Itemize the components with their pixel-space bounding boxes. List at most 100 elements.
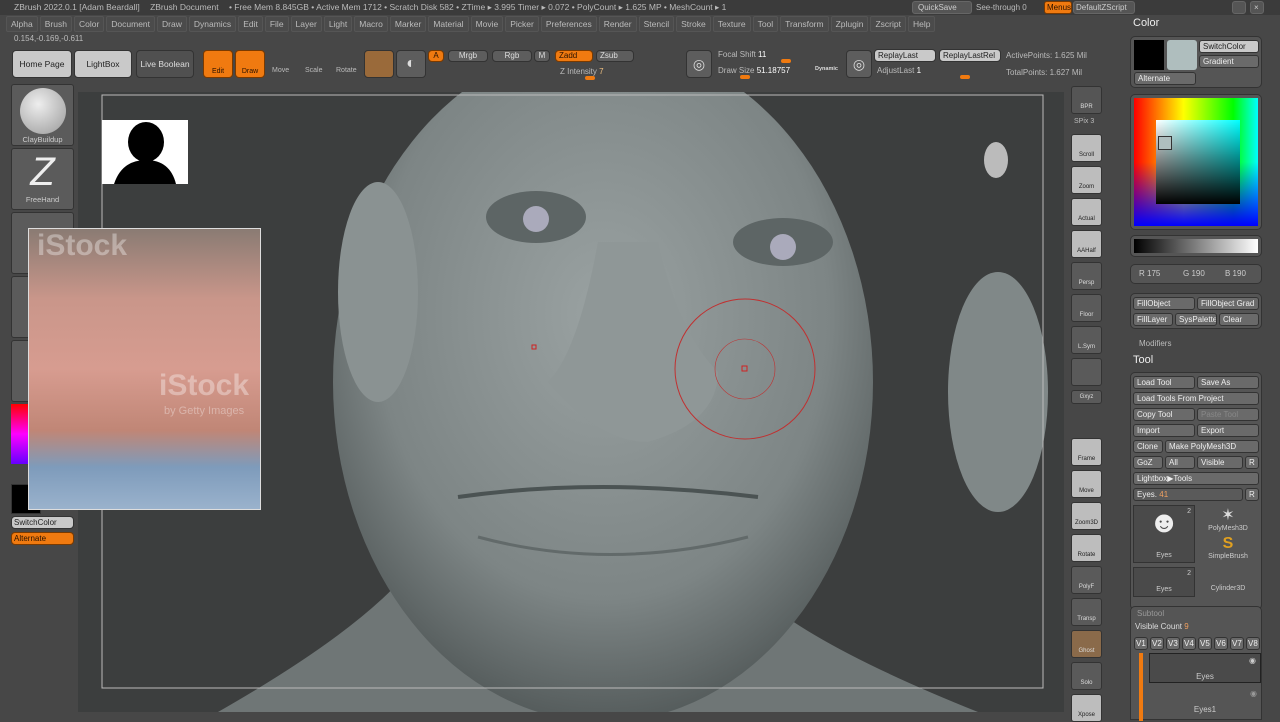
color-palette-title[interactable]: Color — [1133, 17, 1159, 29]
tool-thumb-cylinder3d[interactable]: Cylinder3D — [1197, 567, 1259, 597]
menu-draw[interactable]: Draw — [157, 16, 187, 32]
tool-thumb-simplebrush[interactable]: S SimpleBrush — [1197, 535, 1259, 565]
home-page-button[interactable]: Home Page — [12, 50, 72, 78]
menu-picker[interactable]: Picker — [505, 16, 539, 32]
menu-document[interactable]: Document — [106, 16, 156, 32]
save-as-button[interactable]: Save As — [1197, 376, 1259, 389]
z-intensity-handle[interactable] — [585, 76, 595, 80]
subtool-title[interactable]: Subtool — [1137, 609, 1164, 618]
zadd-toggle[interactable]: Zadd — [555, 50, 593, 62]
replay-last-button[interactable]: ReplayLast — [874, 49, 936, 62]
color-picker[interactable] — [1130, 94, 1262, 230]
zoom-button[interactable]: Zoom — [1071, 166, 1102, 194]
green-value[interactable]: G 190 — [1183, 269, 1205, 278]
menu-dynamics[interactable]: Dynamics — [188, 16, 237, 32]
menu-edit[interactable]: Edit — [238, 16, 263, 32]
solo-button[interactable]: Solo — [1071, 662, 1102, 690]
focal-shift-slider[interactable]: Focal Shift 11 — [718, 50, 766, 59]
current-tool-slider[interactable]: Eyes. 41 — [1133, 488, 1243, 501]
subtool-tab-v4[interactable]: V4 — [1182, 637, 1196, 650]
edit-mode-button[interactable]: Edit — [203, 50, 233, 78]
close-icon[interactable]: × — [1250, 1, 1264, 14]
draw-size-handle[interactable] — [740, 75, 750, 79]
goz-button[interactable]: GoZ — [1133, 456, 1163, 469]
transparency-button[interactable]: Transp — [1071, 598, 1102, 626]
frame-button[interactable]: Frame — [1071, 438, 1102, 466]
zoom3d-button[interactable]: Zoom3D — [1071, 502, 1102, 530]
z-intensity-slider[interactable]: Z Intensity 7 — [560, 67, 604, 76]
m-toggle[interactable]: M — [534, 50, 550, 62]
saturation-value-square[interactable] — [1156, 120, 1240, 204]
switch-color-button[interactable]: SwitchColor — [1199, 40, 1259, 53]
menu-transform[interactable]: Transform — [780, 16, 829, 32]
local-symmetry-button[interactable]: L.Sym — [1071, 326, 1102, 354]
modifiers-label[interactable]: Modifiers — [1139, 339, 1171, 348]
switch-color-button[interactable]: SwitchColor — [11, 516, 74, 529]
menus-button[interactable]: Menus — [1044, 1, 1072, 14]
rgb-toggle[interactable]: Rgb — [492, 50, 532, 62]
zsub-toggle[interactable]: Zsub — [596, 50, 634, 62]
menu-brush[interactable]: Brush — [39, 16, 72, 32]
goz-all-button[interactable]: All — [1165, 456, 1195, 469]
color-picker-cursor[interactable] — [1158, 136, 1172, 150]
subtool-tab-v6[interactable]: V6 — [1214, 637, 1228, 650]
subtool-scrollbar[interactable] — [1139, 653, 1143, 721]
draw-size-slider[interactable]: Draw Size 51.18757 — [718, 66, 790, 75]
spix-slider[interactable]: SPix 3 — [1074, 118, 1094, 125]
secondary-color-swatch[interactable] — [1167, 40, 1197, 70]
adjust-last-slider[interactable]: AdjustLast 1 — [877, 66, 921, 75]
ghost-button[interactable]: Ghost — [1071, 630, 1102, 658]
goz-r-button[interactable]: R — [1245, 456, 1259, 469]
move-mode-button[interactable]: Move — [272, 66, 289, 75]
fill-object-grad-button[interactable]: FillObject Grad — [1197, 297, 1259, 310]
navigation-gizmo[interactable] — [976, 120, 1043, 202]
menu-texture[interactable]: Texture — [712, 16, 751, 32]
focal-shift-handle[interactable] — [781, 59, 791, 63]
alternate-button[interactable]: Alternate — [1134, 72, 1196, 85]
tool-thumb-polymesh3d[interactable]: ✶ PolyMesh3D — [1197, 505, 1259, 535]
mrgb-toggle[interactable]: Mrgb — [448, 50, 488, 62]
lightbox-button[interactable]: LightBox — [74, 50, 132, 78]
load-tool-button[interactable]: Load Tool — [1133, 376, 1195, 389]
subtool-tab-v2[interactable]: V2 — [1150, 637, 1164, 650]
eye-visibility-icon[interactable]: ◉ — [1250, 689, 1257, 698]
spotlight-icon[interactable]: ◐ — [396, 50, 426, 78]
syspalette-button[interactable]: SysPalette — [1175, 313, 1217, 326]
adjust-last-handle[interactable] — [960, 75, 970, 79]
menu-tool[interactable]: Tool — [752, 16, 779, 32]
alternate-button[interactable]: Alternate — [11, 532, 74, 545]
xpose-button[interactable]: Xpose — [1071, 694, 1102, 722]
quicksave-button[interactable]: QuickSave — [912, 1, 972, 14]
scale-mode-button[interactable]: Scale — [305, 66, 323, 75]
tool-palette-title[interactable]: Tool — [1133, 354, 1153, 366]
fill-layer-button[interactable]: FillLayer — [1133, 313, 1173, 326]
gxyz-button[interactable]: Gxyz — [1071, 390, 1102, 404]
move-view-button[interactable]: Move — [1071, 470, 1102, 498]
draw-mode-button[interactable]: Draw — [235, 50, 265, 78]
visible-count-slider[interactable]: Visible Count 9 — [1135, 622, 1189, 631]
stroke-button[interactable]: Z FreeHand — [11, 148, 74, 210]
alpha-a-toggle[interactable]: A — [428, 50, 444, 62]
fill-object-button[interactable]: FillObject — [1133, 297, 1195, 310]
tool-thumb-eyes-small[interactable]: Eyes 2 — [1133, 567, 1195, 597]
menu-layer[interactable]: Layer — [290, 16, 322, 32]
load-tools-from-project-button[interactable]: Load Tools From Project — [1133, 392, 1259, 405]
copy-tool-button[interactable]: Copy Tool — [1133, 408, 1195, 421]
replay-last-rel-button[interactable]: ReplayLastRel — [939, 49, 1001, 62]
dynamic-toggle[interactable]: Dynamic — [815, 66, 838, 72]
goz-visible-button[interactable]: Visible — [1197, 456, 1243, 469]
menu-color[interactable]: Color — [73, 16, 105, 32]
lightbox-tools-button[interactable]: Lightbox▶Tools — [1133, 472, 1259, 485]
brush-button[interactable]: ClayBuildup — [11, 84, 74, 146]
menu-macro[interactable]: Macro — [354, 16, 388, 32]
subtool-tab-v8[interactable]: V8 — [1246, 637, 1260, 650]
perspective-button[interactable]: Persp — [1071, 262, 1102, 290]
polyframe-button[interactable]: PolyF — [1071, 566, 1102, 594]
subtool-item-eyes1[interactable]: Eyes1 ◉ — [1149, 687, 1261, 717]
tool-r-button[interactable]: R — [1245, 488, 1259, 501]
scroll-button[interactable]: Scroll — [1071, 134, 1102, 162]
import-button[interactable]: Import — [1133, 424, 1195, 437]
rgb-sliders[interactable]: R 175 G 190 B 190 — [1130, 264, 1262, 284]
stroke-s-icon[interactable]: ◎ — [686, 50, 712, 78]
main-color-swatch[interactable] — [1134, 40, 1164, 70]
